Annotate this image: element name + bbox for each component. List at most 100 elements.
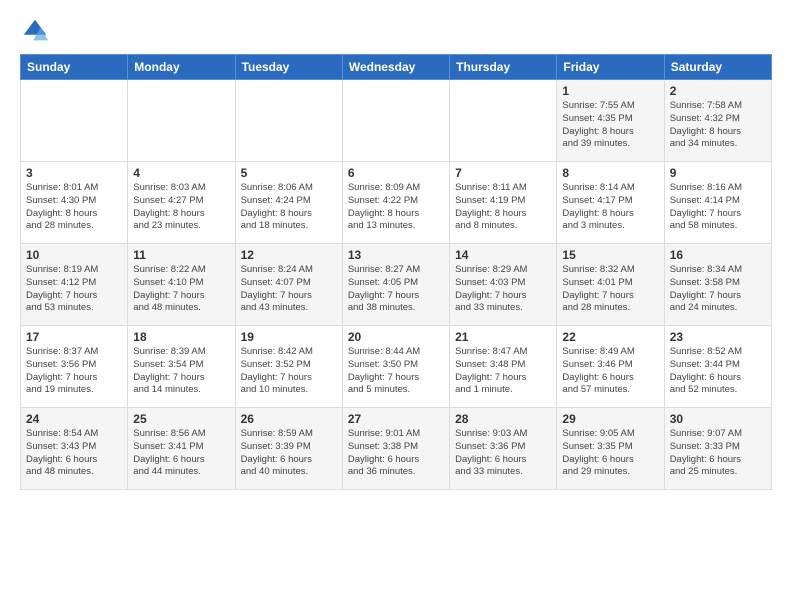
day-number: 28: [455, 412, 551, 426]
day-number: 30: [670, 412, 766, 426]
calendar-cell: 24 Sunrise: 8:54 AM Sunset: 3:43 PM Dayli…: [21, 408, 128, 490]
day-info: Sunrise: 8:14 AM Sunset: 4:17 PM Dayligh…: [562, 182, 658, 233]
day-number: 21: [455, 330, 551, 344]
calendar-cell: 12 Sunrise: 8:24 AM Sunset: 4:07 PM Dayli…: [235, 244, 342, 326]
calendar: SundayMondayTuesdayWednesdayThursdayFrid…: [20, 54, 772, 490]
page: SundayMondayTuesdayWednesdayThursdayFrid…: [0, 0, 792, 612]
day-number: 13: [348, 248, 444, 262]
calendar-cell: 3Sunrise: 8:01 AM Sunset: 4:30 PM Daylig…: [21, 162, 128, 244]
calendar-cell: 21 Sunrise: 8:47 AM Sunset: 3:48 PM Dayli…: [450, 326, 557, 408]
day-info: Sunrise: 8:09 AM Sunset: 4:22 PM Dayligh…: [348, 182, 444, 233]
day-number: 10: [26, 248, 122, 262]
calendar-cell: 25 Sunrise: 8:56 AM Sunset: 3:41 PM Dayli…: [128, 408, 235, 490]
calendar-week-row: 3Sunrise: 8:01 AM Sunset: 4:30 PM Daylig…: [21, 162, 772, 244]
day-info: Sunrise: 8:32 AM Sunset: 4:01 PM Dayligh…: [562, 264, 658, 315]
calendar-cell: 14 Sunrise: 8:29 AM Sunset: 4:03 PM Dayli…: [450, 244, 557, 326]
day-info: Sunrise: 8:49 AM Sunset: 3:46 PM Dayligh…: [562, 346, 658, 397]
header: [20, 16, 772, 46]
day-info: Sunrise: 8:06 AM Sunset: 4:24 PM Dayligh…: [241, 182, 337, 233]
day-info: Sunrise: 8:03 AM Sunset: 4:27 PM Dayligh…: [133, 182, 229, 233]
day-number: 16: [670, 248, 766, 262]
day-number: 6: [348, 166, 444, 180]
calendar-week-row: 17 Sunrise: 8:37 AM Sunset: 3:56 PM Dayli…: [21, 326, 772, 408]
day-number: 7: [455, 166, 551, 180]
calendar-cell: 22Sunrise: 8:49 AM Sunset: 3:46 PM Dayli…: [557, 326, 664, 408]
day-info: Sunrise: 8:34 AM Sunset: 3:58 PM Dayligh…: [670, 264, 766, 315]
day-info: Sunrise: 8:59 AM Sunset: 3:39 PM Dayligh…: [241, 428, 337, 479]
day-info: Sunrise: 8:29 AM Sunset: 4:03 PM Dayligh…: [455, 264, 551, 315]
day-number: 14: [455, 248, 551, 262]
calendar-cell: 2 Sunrise: 7:58 AM Sunset: 4:32 PM Daylig…: [664, 80, 771, 162]
calendar-cell: 16 Sunrise: 8:34 AM Sunset: 3:58 PM Dayli…: [664, 244, 771, 326]
calendar-cell: 10 Sunrise: 8:19 AM Sunset: 4:12 PM Dayli…: [21, 244, 128, 326]
calendar-cell: 23Sunrise: 8:52 AM Sunset: 3:44 PM Dayli…: [664, 326, 771, 408]
calendar-cell: 15 Sunrise: 8:32 AM Sunset: 4:01 PM Dayli…: [557, 244, 664, 326]
day-number: 17: [26, 330, 122, 344]
day-number: 18: [133, 330, 229, 344]
day-of-week-header: Monday: [128, 55, 235, 80]
calendar-cell: 8 Sunrise: 8:14 AM Sunset: 4:17 PM Daylig…: [557, 162, 664, 244]
day-info: Sunrise: 8:37 AM Sunset: 3:56 PM Dayligh…: [26, 346, 122, 397]
calendar-week-row: 24 Sunrise: 8:54 AM Sunset: 3:43 PM Dayli…: [21, 408, 772, 490]
day-info: Sunrise: 8:01 AM Sunset: 4:30 PM Dayligh…: [26, 182, 122, 233]
day-number: 27: [348, 412, 444, 426]
day-number: 15: [562, 248, 658, 262]
calendar-cell: 13 Sunrise: 8:27 AM Sunset: 4:05 PM Dayli…: [342, 244, 449, 326]
calendar-cell: 11Sunrise: 8:22 AM Sunset: 4:10 PM Dayli…: [128, 244, 235, 326]
day-of-week-header: Thursday: [450, 55, 557, 80]
calendar-cell: 17 Sunrise: 8:37 AM Sunset: 3:56 PM Dayli…: [21, 326, 128, 408]
day-number: 2: [670, 84, 766, 98]
calendar-cell: [235, 80, 342, 162]
day-of-week-header: Friday: [557, 55, 664, 80]
day-info: Sunrise: 9:03 AM Sunset: 3:36 PM Dayligh…: [455, 428, 551, 479]
day-info: Sunrise: 7:58 AM Sunset: 4:32 PM Dayligh…: [670, 100, 766, 151]
day-info: Sunrise: 8:42 AM Sunset: 3:52 PM Dayligh…: [241, 346, 337, 397]
day-info: Sunrise: 8:44 AM Sunset: 3:50 PM Dayligh…: [348, 346, 444, 397]
calendar-cell: 5 Sunrise: 8:06 AM Sunset: 4:24 PM Daylig…: [235, 162, 342, 244]
calendar-cell: 28 Sunrise: 9:03 AM Sunset: 3:36 PM Dayli…: [450, 408, 557, 490]
day-info: Sunrise: 8:19 AM Sunset: 4:12 PM Dayligh…: [26, 264, 122, 315]
calendar-cell: 9Sunrise: 8:16 AM Sunset: 4:14 PM Daylig…: [664, 162, 771, 244]
day-info: Sunrise: 8:39 AM Sunset: 3:54 PM Dayligh…: [133, 346, 229, 397]
day-info: Sunrise: 8:52 AM Sunset: 3:44 PM Dayligh…: [670, 346, 766, 397]
calendar-week-row: 10 Sunrise: 8:19 AM Sunset: 4:12 PM Dayli…: [21, 244, 772, 326]
day-info: Sunrise: 7:55 AM Sunset: 4:35 PM Dayligh…: [562, 100, 658, 151]
day-info: Sunrise: 8:24 AM Sunset: 4:07 PM Dayligh…: [241, 264, 337, 315]
calendar-cell: 20 Sunrise: 8:44 AM Sunset: 3:50 PM Dayli…: [342, 326, 449, 408]
day-of-week-header: Saturday: [664, 55, 771, 80]
day-number: 12: [241, 248, 337, 262]
day-number: 25: [133, 412, 229, 426]
day-number: 26: [241, 412, 337, 426]
day-number: 24: [26, 412, 122, 426]
calendar-cell: 30 Sunrise: 9:07 AM Sunset: 3:33 PM Dayli…: [664, 408, 771, 490]
day-number: 8: [562, 166, 658, 180]
calendar-cell: [450, 80, 557, 162]
day-of-week-header: Tuesday: [235, 55, 342, 80]
day-info: Sunrise: 8:47 AM Sunset: 3:48 PM Dayligh…: [455, 346, 551, 397]
calendar-cell: 27 Sunrise: 9:01 AM Sunset: 3:38 PM Dayli…: [342, 408, 449, 490]
day-number: 20: [348, 330, 444, 344]
day-info: Sunrise: 8:11 AM Sunset: 4:19 PM Dayligh…: [455, 182, 551, 233]
day-info: Sunrise: 9:07 AM Sunset: 3:33 PM Dayligh…: [670, 428, 766, 479]
day-number: 29: [562, 412, 658, 426]
calendar-cell: 26 Sunrise: 8:59 AM Sunset: 3:39 PM Dayli…: [235, 408, 342, 490]
day-info: Sunrise: 8:56 AM Sunset: 3:41 PM Dayligh…: [133, 428, 229, 479]
day-of-week-header: Wednesday: [342, 55, 449, 80]
logo-icon: [20, 16, 50, 46]
calendar-cell: 4Sunrise: 8:03 AM Sunset: 4:27 PM Daylig…: [128, 162, 235, 244]
day-number: 1: [562, 84, 658, 98]
calendar-cell: 1 Sunrise: 7:55 AM Sunset: 4:35 PM Daylig…: [557, 80, 664, 162]
calendar-cell: 6 Sunrise: 8:09 AM Sunset: 4:22 PM Daylig…: [342, 162, 449, 244]
day-number: 19: [241, 330, 337, 344]
calendar-cell: [128, 80, 235, 162]
day-info: Sunrise: 8:54 AM Sunset: 3:43 PM Dayligh…: [26, 428, 122, 479]
day-number: 5: [241, 166, 337, 180]
day-info: Sunrise: 9:05 AM Sunset: 3:35 PM Dayligh…: [562, 428, 658, 479]
calendar-cell: 19 Sunrise: 8:42 AM Sunset: 3:52 PM Dayli…: [235, 326, 342, 408]
day-info: Sunrise: 9:01 AM Sunset: 3:38 PM Dayligh…: [348, 428, 444, 479]
day-number: 11: [133, 248, 229, 262]
calendar-cell: 29 Sunrise: 9:05 AM Sunset: 3:35 PM Dayli…: [557, 408, 664, 490]
day-info: Sunrise: 8:27 AM Sunset: 4:05 PM Dayligh…: [348, 264, 444, 315]
calendar-cell: [342, 80, 449, 162]
calendar-cell: [21, 80, 128, 162]
